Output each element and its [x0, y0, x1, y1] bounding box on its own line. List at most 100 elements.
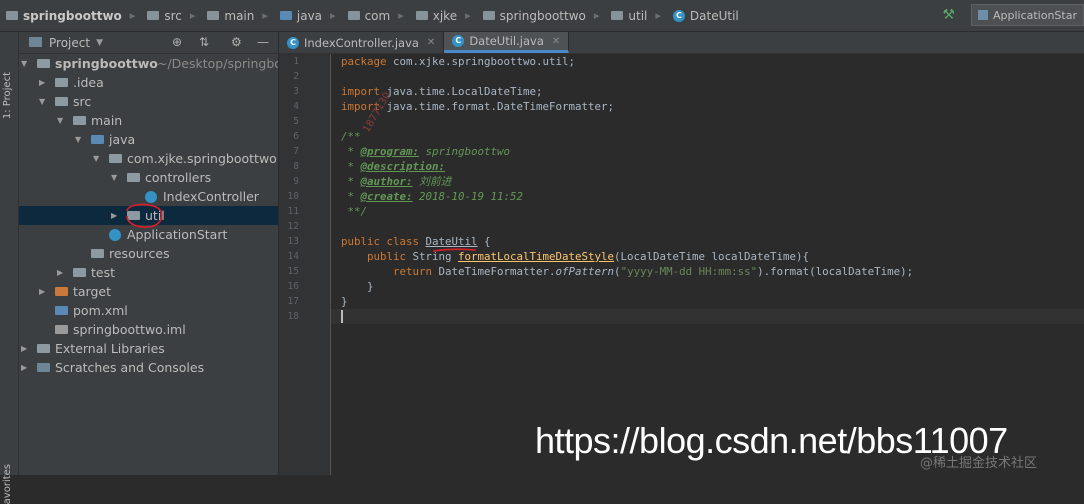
chevron-down-icon[interactable]: ▼ — [75, 130, 81, 149]
tree-item-label: src — [73, 94, 92, 109]
chevron-down-icon[interactable]: ▼ — [21, 54, 27, 73]
line-number: 5 — [293, 116, 299, 127]
class-icon: C — [287, 36, 299, 49]
code-line-6: /** — [341, 130, 361, 143]
folder-icon — [73, 116, 86, 125]
chevron-right-icon[interactable]: ▶ — [21, 358, 27, 377]
tab-dateutil[interactable]: C DateUtil.java ✕ — [444, 32, 570, 53]
line-number: 17 — [287, 296, 299, 307]
gear-icon[interactable]: ⚙ — [231, 35, 242, 49]
breadcrumb-util[interactable]: util — [611, 9, 647, 23]
code-line-17: } — [341, 295, 348, 308]
chevron-down-icon[interactable]: ▼ — [111, 168, 117, 187]
maven-icon — [55, 306, 68, 315]
tree-item-com-xjke-springboottwo[interactable]: ▼ com.xjke.springboottwo — [19, 149, 278, 168]
breadcrumb-src[interactable]: src — [147, 9, 182, 23]
line-number: 15 — [287, 266, 299, 277]
tree-item-applicationstart[interactable]: ApplicationStart — [19, 225, 278, 244]
tree-item-label: com.xjke.springboottwo — [127, 151, 277, 166]
package-icon — [347, 11, 360, 20]
tree-item-external-libraries[interactable]: ▶ External Libraries — [19, 339, 278, 358]
tree-item-label: springboottwo — [55, 56, 158, 71]
line-number: 1 — [293, 56, 299, 67]
tree-item-src[interactable]: ▼ src — [19, 92, 278, 111]
tree-item-util[interactable]: ▶ util — [19, 206, 278, 225]
folder-orange-icon — [55, 287, 68, 296]
tree-item-test[interactable]: ▶ test — [19, 263, 278, 282]
tree-item-pom-xml[interactable]: pom.xml — [19, 301, 278, 320]
class-icon: C — [452, 35, 465, 47]
tree-item-label: target — [73, 284, 112, 299]
tree-item-label: ApplicationStart — [127, 227, 228, 242]
tree-item-label: Scratches and Consoles — [55, 360, 205, 375]
tree-item-label: External Libraries — [55, 341, 165, 356]
project-panel-title[interactable]: Project — [49, 36, 90, 50]
tree-item-java[interactable]: ▼ java — [19, 130, 278, 149]
breadcrumb-xjke[interactable]: xjke — [415, 9, 457, 23]
tree-item-label: controllers — [145, 170, 212, 185]
breadcrumb-springboottwo[interactable]: springboottwo — [6, 9, 122, 23]
app-config-icon — [977, 10, 988, 20]
favorites-tool-button[interactable]: avorites — [2, 464, 13, 504]
tree-item-indexcontroller[interactable]: IndexController — [19, 187, 278, 206]
chevron-right-icon[interactable]: ▶ — [111, 206, 117, 225]
folder-icon — [207, 11, 220, 20]
class-run-icon — [109, 229, 121, 241]
folder-icon — [6, 11, 18, 20]
breadcrumb-dateutil[interactable]: C DateUtil — [672, 9, 739, 23]
collapse-all-icon[interactable]: ⇅ — [199, 35, 209, 49]
hide-icon[interactable]: — — [257, 35, 269, 49]
code-line-3: import java.time.LocalDateTime; — [341, 85, 543, 98]
tree-item-idea[interactable]: ▶ .idea — [19, 73, 278, 92]
tree-item-springboottwo[interactable]: ▼ springboottwo ~/Desktop/springbo — [19, 54, 278, 73]
breadcrumb-main[interactable]: main — [207, 9, 254, 23]
tree-item-resources[interactable]: resources — [19, 244, 278, 263]
chevron-down-icon[interactable]: ▼ — [39, 92, 45, 111]
project-panel: Project ▼ ⊕ ⇅ ⚙ — ▼ springboottwo ~/Deskto… — [19, 32, 279, 475]
tree-item-label: java — [109, 132, 136, 147]
close-icon[interactable]: ✕ — [427, 37, 435, 48]
chevron-right-icon[interactable]: ▶ — [39, 282, 45, 301]
build-hammer-icon[interactable]: ⚒ — [942, 7, 955, 23]
tree-item-main[interactable]: ▼ main — [19, 111, 278, 130]
chevron-right-icon[interactable]: ▶ — [57, 263, 63, 282]
tree-item-target[interactable]: ▶ target — [19, 282, 278, 301]
file-icon — [55, 325, 68, 334]
folder-icon — [73, 268, 86, 277]
editor-tabs: C IndexController.java ✕ C DateUtil.java ✕ — [279, 32, 1084, 54]
code-line-7: * @program: springboottwo — [341, 145, 511, 158]
code-line-9: * @author: 刘前进 — [341, 175, 452, 188]
line-number: 10 — [287, 191, 299, 202]
code-line-1: package com.xjke.springboottwo.util; — [341, 55, 576, 68]
folder-blue-icon — [279, 11, 292, 20]
code-line-8: * @description: — [341, 160, 446, 173]
breadcrumb-java[interactable]: java — [279, 9, 322, 23]
tree-item-label: util — [145, 208, 165, 223]
tab-indexcontroller[interactable]: C IndexController.java ✕ — [279, 32, 445, 53]
chevron-down-icon[interactable]: ▼ — [57, 111, 63, 130]
breadcrumb-com[interactable]: com — [347, 9, 390, 23]
tree-item-label: springboottwo.iml — [73, 322, 186, 337]
text-caret — [341, 310, 343, 323]
chevron-right-icon[interactable]: ▶ — [21, 339, 27, 358]
project-path-label: ~/Desktop/springbo — [157, 56, 279, 71]
run-configuration-selector[interactable]: ApplicationStar — [970, 4, 1084, 26]
tree-item-scratches-and-consoles[interactable]: ▶ Scratches and Consoles — [19, 358, 278, 377]
chevron-right-icon[interactable]: ▶ — [39, 73, 45, 92]
close-icon[interactable]: ✕ — [552, 36, 560, 47]
chevron-down-icon[interactable]: ▼ — [93, 149, 99, 168]
line-number: 7 — [293, 146, 299, 157]
class-icon — [145, 191, 157, 203]
tree-item-springboottwo-iml[interactable]: springboottwo.iml — [19, 320, 278, 339]
tree-item-controllers[interactable]: ▼ controllers — [19, 168, 278, 187]
breadcrumb-springboottwo-pkg[interactable]: springboottwo — [482, 9, 586, 23]
juejin-watermark: @稀土掘金技术社区 — [920, 456, 1038, 471]
chevron-down-icon[interactable]: ▼ — [96, 38, 103, 48]
scroll-from-source-icon[interactable]: ⊕ — [172, 35, 182, 49]
line-number: 8 — [293, 161, 299, 172]
project-tool-button[interactable]: 1: Project — [2, 72, 13, 119]
code-editor[interactable]: package com.xjke.springboottwo.util; imp… — [341, 54, 1083, 475]
tree-item-label: test — [91, 265, 116, 280]
class-icon: C — [672, 9, 685, 22]
libs-icon — [37, 344, 50, 353]
